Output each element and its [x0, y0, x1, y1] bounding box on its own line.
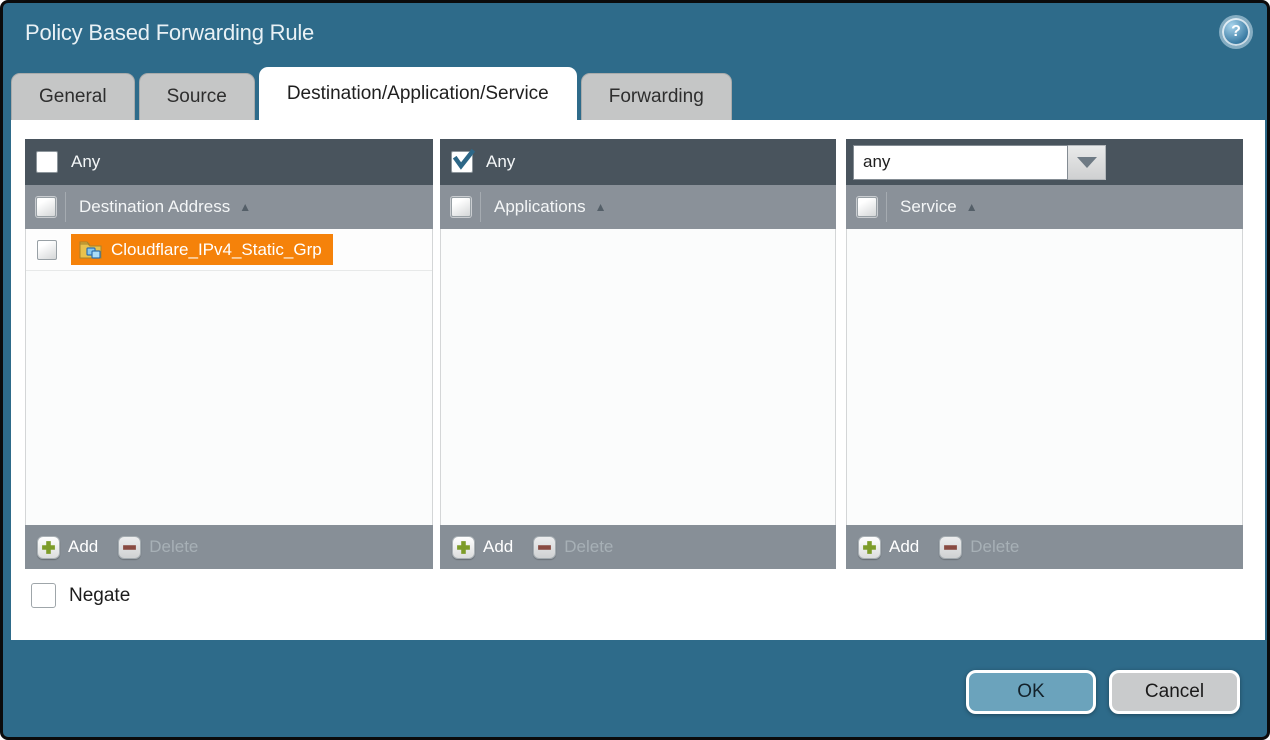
- header-divider: [480, 192, 481, 222]
- sort-ascending-icon: ▲: [966, 200, 978, 214]
- minus-icon: [939, 536, 962, 559]
- service-dropdown-value[interactable]: any: [853, 145, 1068, 180]
- delete-button-label: Delete: [149, 537, 198, 557]
- plus-icon: [37, 536, 60, 559]
- cancel-button-label: Cancel: [1145, 681, 1204, 702]
- minus-icon: [533, 536, 556, 559]
- service-header-label: Service: [900, 197, 957, 217]
- tab-destination-application-service-label: Destination/Application/Service: [287, 83, 549, 105]
- tab-destination-application-service[interactable]: Destination/Application/Service: [259, 67, 577, 120]
- delete-button-label: Delete: [564, 537, 613, 557]
- plus-icon: [452, 536, 475, 559]
- destination-column-header[interactable]: Destination Address ▲: [25, 185, 433, 229]
- destination-header-label: Destination Address: [79, 197, 230, 217]
- plus-icon: [858, 536, 881, 559]
- tab-general-label: General: [39, 86, 107, 108]
- service-selectall-checkbox[interactable]: [857, 197, 877, 217]
- sort-ascending-icon: ▲: [239, 200, 251, 214]
- header-divider: [886, 192, 887, 222]
- destination-footer: Add Delete: [25, 525, 433, 569]
- destination-any-label: Any: [71, 152, 100, 172]
- service-dropdown-button[interactable]: [1068, 145, 1106, 180]
- tab-source[interactable]: Source: [139, 73, 255, 120]
- header-divider: [65, 192, 66, 222]
- destination-list: Cloudflare_IPv4_Static_Grp: [25, 229, 433, 525]
- tab-bar: General Source Destination/Application/S…: [11, 67, 732, 120]
- destination-row-checkbox[interactable]: [37, 240, 57, 260]
- service-any-bar: any: [846, 139, 1243, 185]
- check-icon: [451, 146, 477, 172]
- service-panel: any Service ▲ Add: [846, 139, 1243, 569]
- applications-any-label: Any: [486, 152, 515, 172]
- service-footer: Add Delete: [846, 525, 1243, 569]
- destination-selectall-checkbox[interactable]: [36, 197, 56, 217]
- negate-checkbox[interactable]: [31, 583, 56, 608]
- applications-header-label: Applications: [494, 197, 586, 217]
- address-group-icon: [79, 240, 103, 260]
- applications-any-checkbox[interactable]: [451, 151, 473, 173]
- add-button-label: Add: [483, 537, 513, 557]
- service-list: [846, 229, 1243, 525]
- applications-list: [440, 229, 836, 525]
- destination-panel: Any Destination Address ▲: [25, 139, 433, 569]
- applications-column-header[interactable]: Applications ▲: [440, 185, 836, 229]
- negate-row: Negate: [31, 583, 130, 608]
- policy-based-forwarding-dialog: Policy Based Forwarding Rule ? General S…: [0, 0, 1270, 740]
- service-dropdown[interactable]: any: [853, 145, 1106, 180]
- destination-add-button[interactable]: Add: [37, 536, 98, 559]
- add-button-label: Add: [68, 537, 98, 557]
- tab-forwarding[interactable]: Forwarding: [581, 73, 732, 120]
- applications-panel: Any Applications ▲ Add: [440, 139, 836, 569]
- add-button-label: Add: [889, 537, 919, 557]
- ok-button[interactable]: OK: [966, 670, 1096, 714]
- tab-general[interactable]: General: [11, 73, 135, 120]
- service-delete-button[interactable]: Delete: [939, 536, 1019, 559]
- applications-delete-button[interactable]: Delete: [533, 536, 613, 559]
- delete-button-label: Delete: [970, 537, 1019, 557]
- dialog-title: Policy Based Forwarding Rule: [25, 20, 314, 46]
- tab-forwarding-label: Forwarding: [609, 86, 704, 108]
- tab-source-label: Source: [167, 86, 227, 108]
- destination-any-bar: Any: [25, 139, 433, 185]
- applications-any-bar: Any: [440, 139, 836, 185]
- chevron-down-icon: [1077, 157, 1097, 168]
- applications-selectall-checkbox[interactable]: [451, 197, 471, 217]
- tab-content: Any Destination Address ▲: [11, 120, 1265, 640]
- help-icon[interactable]: ?: [1222, 18, 1250, 46]
- applications-add-button[interactable]: Add: [452, 536, 513, 559]
- destination-delete-button[interactable]: Delete: [118, 536, 198, 559]
- destination-any-checkbox[interactable]: [36, 151, 58, 173]
- minus-icon: [118, 536, 141, 559]
- ok-button-label: OK: [1017, 681, 1044, 702]
- destination-entry-label: Cloudflare_IPv4_Static_Grp: [111, 240, 322, 260]
- service-column-header[interactable]: Service ▲: [846, 185, 1243, 229]
- service-add-button[interactable]: Add: [858, 536, 919, 559]
- cancel-button[interactable]: Cancel: [1109, 670, 1240, 714]
- applications-footer: Add Delete: [440, 525, 836, 569]
- sort-ascending-icon: ▲: [595, 200, 607, 214]
- destination-row[interactable]: Cloudflare_IPv4_Static_Grp: [26, 229, 432, 271]
- destination-entry[interactable]: Cloudflare_IPv4_Static_Grp: [71, 234, 333, 265]
- negate-label: Negate: [69, 585, 130, 607]
